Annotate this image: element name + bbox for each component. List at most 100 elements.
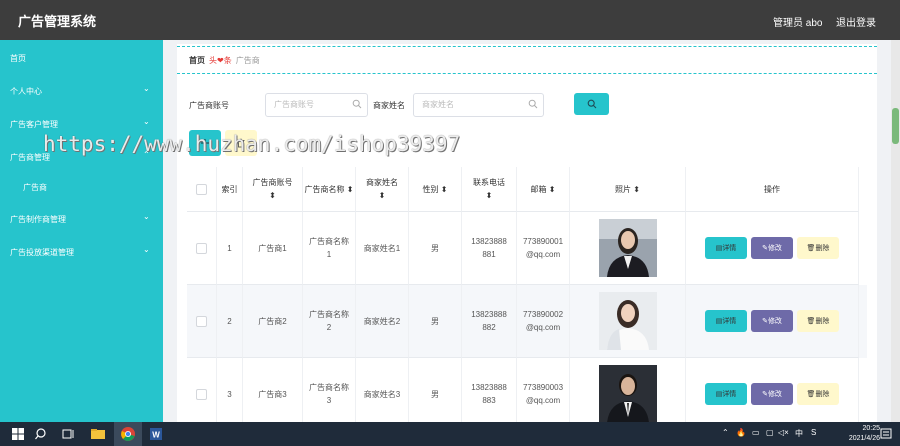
cell-photo xyxy=(570,212,686,285)
cell-actions: ▤ 详情 ✎ 修改 🗑 删除 xyxy=(686,212,859,285)
search-button[interactable] xyxy=(574,93,609,115)
sidebar-item-label: 广告客户管理 xyxy=(10,120,58,129)
cell-account: 广告商1 xyxy=(243,212,303,285)
chevron-down-icon: ⌄ xyxy=(143,245,150,254)
search-icon xyxy=(528,99,538,109)
tray-app-icon[interactable]: 🔥 xyxy=(736,428,746,437)
volume-icon[interactable]: ◁× xyxy=(778,428,789,437)
table-row: 3 广告商3 广告商名称3 商家姓名3 男 13823888883 773890… xyxy=(187,358,867,422)
divider xyxy=(177,46,877,47)
chevron-down-icon: ⌄ xyxy=(143,84,150,93)
table-row: 1 广告商1 广告商名称1 商家姓名1 男 13823888881 773890… xyxy=(187,212,867,285)
main-content: 首页头❤条广告商 广告商账号 商家姓名 索引 广告商账号⬍ 广告商名称 ⬍ 商家… xyxy=(163,40,891,422)
column-header-email[interactable]: 邮箱 ⬍ xyxy=(517,167,570,212)
sidebar-item-label: 广告制作商管理 xyxy=(10,215,66,224)
ime-tool-icon[interactable]: S xyxy=(811,428,816,437)
sidebar: 首页 个人中心 ⌄ 广告客户管理 ⌄ 广告商管理 ⌃ 广告商 广告制作商管理 ⌄… xyxy=(0,40,163,422)
ime-indicator[interactable]: 中 xyxy=(795,428,803,439)
cell-gender: 男 xyxy=(409,285,462,358)
sidebar-item-home[interactable]: 首页 xyxy=(0,42,163,72)
cell-index: 2 xyxy=(217,285,243,358)
account-search-input[interactable] xyxy=(266,94,356,115)
row-checkbox[interactable] xyxy=(196,315,207,327)
windows-start-icon[interactable] xyxy=(10,426,26,442)
logout-link[interactable]: 退出登录 xyxy=(836,14,876,29)
sidebar-item-label: 广告投放渠道管理 xyxy=(10,248,74,257)
chevron-up-icon[interactable]: ⌃ xyxy=(722,428,729,437)
breadcrumb-home[interactable]: 首页 xyxy=(189,56,205,65)
column-header-merchant[interactable]: 商家姓名 ⬍ xyxy=(356,167,409,212)
chrome-icon[interactable] xyxy=(120,426,136,442)
cell-merchant: 商家姓名1 xyxy=(356,212,409,285)
notification-icon[interactable] xyxy=(878,426,894,442)
cell-photo xyxy=(570,285,686,358)
search-icon xyxy=(352,99,362,109)
app-title: 广告管理系统 xyxy=(18,14,97,29)
sidebar-item-personal-center[interactable]: 个人中心 ⌄ xyxy=(0,75,163,105)
column-header-index: 索引 xyxy=(217,167,243,212)
search-icon xyxy=(587,99,596,108)
cell-name: 广告商名称2 xyxy=(303,285,356,358)
edit-button[interactable]: ✎ 修改 xyxy=(751,310,793,332)
merchant-search-input[interactable] xyxy=(414,94,527,115)
column-header-phone[interactable]: 联系电话 ⬍ xyxy=(462,167,517,212)
page-scrollbar[interactable] xyxy=(891,40,900,422)
breadcrumb: 首页 头❤条 广告商 xyxy=(189,55,260,66)
sidebar-item-label: 首页 xyxy=(10,54,26,63)
merchant-search-label: 商家姓名 xyxy=(373,101,405,110)
os-taskbar: W ⌃ 🔥 ▭ ▢ ◁× 中 S 20:25 2021/4/26 xyxy=(0,422,900,446)
cell-phone: 13823888883 xyxy=(462,358,517,422)
chevron-down-icon: ⌄ xyxy=(143,117,150,126)
file-explorer-icon[interactable] xyxy=(90,426,106,442)
sidebar-item-label: 广告商 xyxy=(23,183,47,192)
network-icon[interactable]: ▭ xyxy=(752,428,760,437)
row-checkbox[interactable] xyxy=(196,242,207,254)
task-view-icon[interactable] xyxy=(60,426,76,442)
cell-email: 773890001@qq.com xyxy=(517,212,570,285)
column-header-name[interactable]: 广告商名称 ⬍ xyxy=(303,167,356,212)
cell-index: 1 xyxy=(217,212,243,285)
admin-user-label: 管理员 abo xyxy=(773,18,823,29)
cell-name: 广告商名称3 xyxy=(303,358,356,422)
cell-account: 广告商3 xyxy=(243,358,303,422)
display-icon[interactable]: ▢ xyxy=(766,428,774,437)
delete-button[interactable]: 🗑 删除 xyxy=(797,310,839,332)
select-all-checkbox[interactable] xyxy=(196,183,207,195)
breadcrumb-separator: 头❤条 xyxy=(209,56,232,65)
merchant-search-box xyxy=(413,93,544,117)
detail-button[interactable]: ▤ 详情 xyxy=(705,383,747,405)
word-icon[interactable]: W xyxy=(148,426,164,442)
sidebar-item-advertiser[interactable]: 广告商 xyxy=(0,171,163,201)
select-all-header xyxy=(187,167,217,212)
top-header: 广告管理系统 管理员 abo 退出登录 xyxy=(0,0,900,40)
column-header-account[interactable]: 广告商账号 ⬍ xyxy=(243,167,303,212)
row-checkbox[interactable] xyxy=(196,388,207,400)
clock-time: 20:25 xyxy=(862,425,880,432)
delete-button[interactable]: 🗑 删除 xyxy=(797,237,839,259)
cell-merchant: 商家姓名2 xyxy=(356,285,409,358)
watermark-text: https://www.huzhan.com/ishop39397 xyxy=(43,132,461,156)
cell-merchant: 商家姓名3 xyxy=(356,358,409,422)
cell-photo xyxy=(570,358,686,422)
detail-button[interactable]: ▤ 详情 xyxy=(705,310,747,332)
sidebar-item-producer-management[interactable]: 广告制作商管理 ⌄ xyxy=(0,203,163,233)
cell-name: 广告商名称1 xyxy=(303,212,356,285)
breadcrumb-current: 广告商 xyxy=(235,56,260,65)
delete-button[interactable]: 🗑 删除 xyxy=(797,383,839,405)
advertiser-photo[interactable] xyxy=(598,292,657,350)
column-header-gender[interactable]: 性别 ⬍ xyxy=(409,167,462,212)
scrollbar-thumb[interactable] xyxy=(892,108,899,144)
edit-button[interactable]: ✎ 修改 xyxy=(751,237,793,259)
advertiser-photo[interactable] xyxy=(598,365,657,422)
search-icon[interactable] xyxy=(34,426,50,442)
cell-email: 773890003@qq.com xyxy=(517,358,570,422)
sidebar-item-channel-management[interactable]: 广告投放渠道管理 ⌄ xyxy=(0,236,163,266)
detail-button[interactable]: ▤ 详情 xyxy=(705,237,747,259)
cell-gender: 男 xyxy=(409,212,462,285)
advertiser-photo[interactable] xyxy=(598,219,657,277)
system-clock[interactable]: 20:25 2021/4/26 xyxy=(832,424,880,444)
search-bar: 广告商账号 商家姓名 xyxy=(189,93,789,117)
cell-index: 3 xyxy=(217,358,243,422)
edit-button[interactable]: ✎ 修改 xyxy=(751,383,793,405)
column-header-photo[interactable]: 照片 ⬍ xyxy=(570,167,686,212)
